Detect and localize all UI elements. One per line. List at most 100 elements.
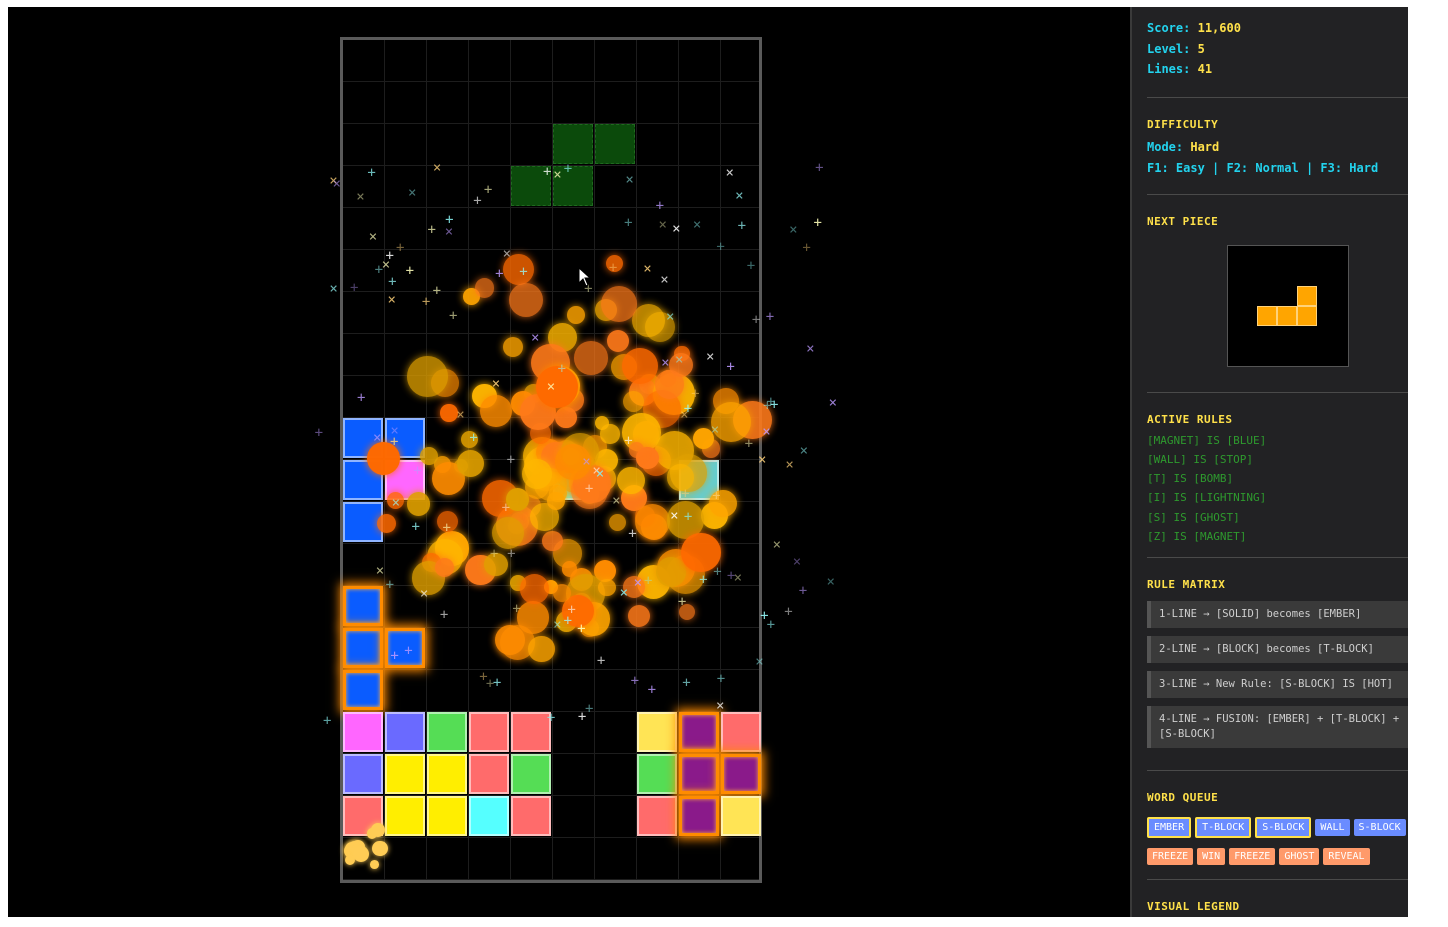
block [469,754,509,794]
rule-item: [Z] IS [MAGNET] [1147,529,1247,543]
game-area[interactable]: × × + + + × + × × + + + + × × + + × + + × × × × + × × + × + + + + × + × × + × +… [8,7,1130,917]
block [343,502,383,542]
word-chip[interactable]: FREEZE [1229,848,1276,866]
next-piece-block [1257,305,1277,326]
next-piece-title: NEXT PIECE [1147,214,1219,228]
spark-particle: + [322,712,332,729]
block [679,460,719,500]
ember-block [343,670,383,710]
block [385,460,425,500]
score-readout: Score: 11,600 [1147,21,1241,35]
block [385,754,425,794]
rule-item: [S] IS [GHOST] [1147,510,1240,524]
spark-particle: × [329,172,338,189]
falling-piece-block [553,166,593,206]
block [427,796,467,836]
block [343,418,383,458]
score-value: 11,600 [1197,21,1241,35]
ember-block [721,754,761,794]
spark-particle: × [785,456,794,473]
spark-particle: × [826,573,835,590]
block [637,754,677,794]
block [427,712,467,752]
spark-particle: + [314,424,324,441]
spark-particle: + [784,604,793,621]
spark-particle: × [762,423,771,440]
rule-matrix-item: 3-LINE → New Rule: [S-BLOCK] IS [HOT] [1147,671,1408,699]
word-chip[interactable]: S-BLOCK [1353,819,1406,837]
active-rules-title: ACTIVE RULES [1147,412,1233,426]
block [385,712,425,752]
block [469,796,509,836]
block [721,796,761,836]
block [721,712,761,752]
spark-particle: + [802,240,811,257]
ember-block [343,586,383,626]
spark-particle: × [772,536,782,553]
tetris-board[interactable] [340,37,762,883]
block [553,460,593,500]
rule-matrix-item: 1-LINE → [SOLID] becomes [EMBER] [1147,601,1408,629]
difficulty-mode: Mode: Hard [1147,139,1220,154]
rule-matrix-title: RULE MATRIX [1147,578,1226,592]
block [511,712,551,752]
word-chip[interactable]: WALL [1315,819,1350,837]
block [427,754,467,794]
rule-item: [I] IS [LIGHTNING] [1147,491,1267,505]
word-queue-title: WORD QUEUE [1147,791,1219,805]
word-chip[interactable]: FREEZE [1147,848,1194,866]
falling-piece-block [511,166,551,206]
spark-particle: × [799,442,809,459]
spark-particle: + [763,398,772,415]
spark-particle: × [792,554,802,571]
block [343,712,383,752]
block [511,796,551,836]
difficulty-keys[interactable]: F1: Easy | F2: Normal | F3: Hard [1147,161,1408,175]
level-value: 5 [1197,41,1205,56]
falling-piece-block [553,124,593,164]
block [511,754,551,794]
word-chip[interactable]: WIN [1197,848,1226,866]
next-piece-preview [1227,244,1349,367]
word-chip[interactable]: T-BLOCK [1195,817,1252,839]
spark-particle: + [766,393,776,410]
rule-item: [T] IS [BOMB] [1147,472,1234,486]
falling-piece-block [595,124,635,164]
block [637,712,677,752]
block [385,418,425,458]
spark-particle: × [789,221,798,238]
next-piece-block [1297,285,1317,306]
word-chip[interactable]: REVEAL [1323,848,1370,866]
rule-item: [MAGNET] IS [BLUE] [1147,433,1267,447]
ember-block [679,712,719,752]
level-readout: Level: 5 [1147,41,1205,56]
word-chip[interactable]: S-BLOCK [1255,817,1312,839]
block [385,796,425,836]
next-piece-block [1277,305,1297,326]
spark-particle: + [815,160,824,177]
ember-block [679,796,719,836]
difficulty-mode-value: Hard [1190,139,1220,154]
block [469,712,509,752]
lines-readout: Lines: 41 [1147,62,1213,76]
mouse-cursor-icon [578,267,592,287]
next-piece-block [1297,305,1317,326]
spark-particle: + [798,583,808,600]
word-queue-row: FREEZE WIN FREEZE GHOST REVEAL [1147,844,1408,871]
rule-matrix-item: 2-LINE → [BLOCK] becomes [T-BLOCK] [1147,636,1408,664]
word-queue-row: EMBER T-BLOCK S-BLOCK WALL S-BLOCK [1147,815,1408,844]
spark-particle: × [806,340,815,357]
ember-block [679,754,719,794]
spark-particle: × [329,280,338,297]
app-window: × × + + + × + × × + + + + × × + + × + + × × × × + × × + × + + + + × + × × + × +… [6,5,1410,919]
visual-legend-title: VISUAL LEGEND [1147,900,1240,914]
spark-particle: + [765,309,775,326]
spark-particle: × [828,395,838,412]
block [343,796,383,836]
sidebar: Score: 11,600 Level: 5 Lines: 41 DIFFICU… [1130,7,1408,917]
lines-value: 41 [1197,62,1213,76]
block [343,754,383,794]
ember-block [343,628,383,668]
word-chip[interactable]: GHOST [1279,848,1320,866]
word-chip[interactable]: EMBER [1147,817,1192,839]
